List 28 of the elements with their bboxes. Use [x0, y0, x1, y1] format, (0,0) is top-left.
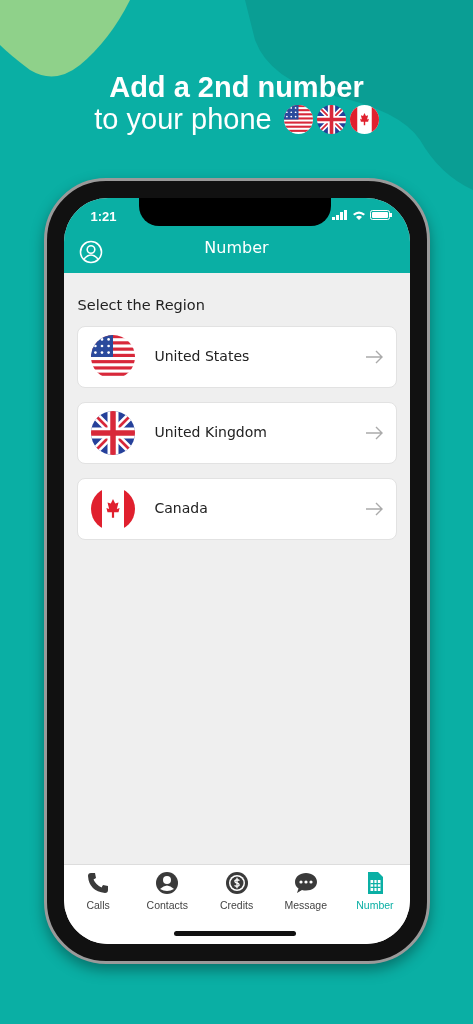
- arrow-right-icon: [364, 501, 383, 516]
- tab-button[interactable]: Calls: [63, 870, 133, 944]
- flag-icon: [90, 334, 135, 379]
- region-name: United States: [154, 347, 251, 367]
- person-icon: [155, 870, 180, 895]
- tab-button[interactable]: Message: [271, 870, 341, 944]
- phone-icon: [86, 870, 111, 895]
- region-name: Canada: [154, 499, 209, 519]
- section-label: Select the Region: [77, 295, 206, 315]
- battery-icon: [369, 209, 392, 220]
- region-row[interactable]: Canada: [76, 477, 397, 540]
- status-time: 1:21: [90, 207, 117, 226]
- region-row[interactable]: United States: [76, 325, 397, 388]
- flag-icon: [316, 105, 346, 135]
- wifi-icon: [351, 209, 366, 220]
- region-row[interactable]: United Kingdom: [76, 401, 397, 464]
- arrow-right-icon: [364, 349, 383, 364]
- flag-icon: [349, 105, 379, 135]
- subheadline: to your phone: [94, 103, 272, 136]
- signal-icon: [331, 209, 348, 220]
- flag-icon: [283, 105, 313, 135]
- arrow-right-icon: [364, 425, 383, 440]
- dollar-coin-icon: [224, 870, 249, 895]
- headline: Add a 2nd number: [108, 70, 365, 104]
- region-name: United Kingdom: [154, 423, 268, 443]
- chat-bubble-icon: [293, 870, 318, 895]
- screen-title: Number: [204, 236, 269, 259]
- profile-icon[interactable]: [78, 239, 103, 264]
